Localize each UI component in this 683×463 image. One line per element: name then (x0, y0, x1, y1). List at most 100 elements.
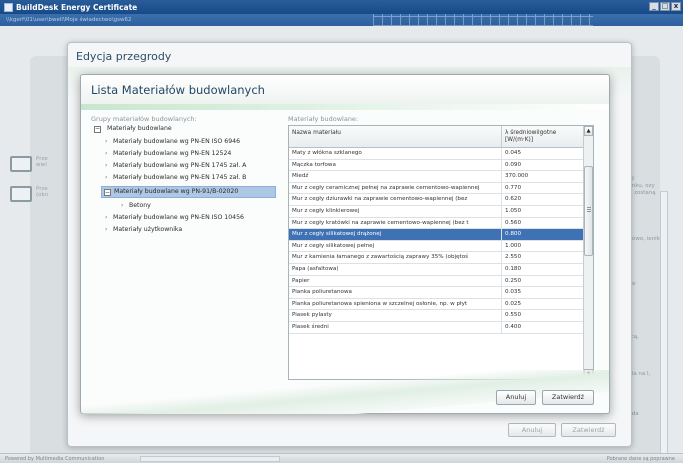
materials-label: Materiały budowlane: (288, 115, 359, 123)
material-name-cell: Pianka poliuretanowa spieniona w szczeln… (289, 298, 502, 311)
lambda-value-cell: 0.090 (505, 161, 522, 168)
material-name-cell: Pianka poliuretanowa (289, 287, 502, 299)
wall-icon[interactable] (10, 156, 32, 172)
lambda-value-cell: 2.550 (505, 254, 522, 261)
table-row[interactable]: Pianka poliuretanowa 0.035 (289, 287, 585, 299)
materials-table: Nazwa materiału λ średniowilgotne [W/(m·… (288, 125, 594, 380)
lambda-value-cell: 370.000 (505, 173, 529, 180)
material-name-cell: Mur z cegły kratówki na zaprawie cemento… (289, 217, 502, 230)
expand-arrow-icon[interactable]: › (105, 226, 107, 234)
table-body: Maty z włókna szklanego 0.045 Mączka torfo… (289, 148, 585, 334)
tree-item-label: Materiały budowlane wg PN-EN 1745 zał. B (113, 174, 247, 181)
tree-item-label: Materiały budowlane wg PN-EN 12524 (113, 150, 232, 157)
tree-child-item[interactable]: › Betony (91, 202, 276, 210)
material-name-cell: Miedź (289, 171, 502, 183)
tree-item-selected[interactable]: − Materiały budowlane wg PN-91/B-02020 (101, 186, 276, 198)
expand-arrow-icon[interactable]: › (105, 174, 107, 182)
lambda-value-cell: 0.770 (505, 184, 522, 191)
collapse-icon[interactable]: − (94, 126, 101, 133)
table-row[interactable]: Maty z włókna szklanego 0.045 (289, 148, 585, 160)
table-row[interactable]: Mur z cegły silikatowej pełnej 1.000 (289, 240, 585, 253)
status-progress (140, 456, 280, 462)
status-left-text: Powered by Multimedia Communication (5, 456, 105, 462)
lambda-value-cell: 0.025 (505, 300, 522, 307)
background-scrollbar[interactable] (660, 191, 668, 463)
table-row[interactable]: Mur z kamienia łamanego z zawartością za… (289, 252, 585, 264)
material-name-cell: Papier (289, 275, 502, 288)
lambda-value-cell: 0.560 (505, 219, 522, 226)
lambda-value-cell: 0.250 (505, 277, 522, 284)
cancel-button[interactable]: Anuluj (496, 390, 536, 405)
column-header-name[interactable]: Nazwa materiału (289, 126, 502, 148)
tree-root[interactable]: − Materiały budowlane (91, 125, 276, 133)
tree-item[interactable]: › Materiały budowlane wg PN-EN 12524 (91, 150, 276, 158)
table-row-selected[interactable]: Mur z cegły silikatowej drążonej 0.800 (289, 229, 585, 241)
cancel-button[interactable]: Anuluj (508, 423, 556, 437)
status-right-text: Pobrane dane są poprawne (606, 456, 675, 462)
title-bar: BuildDesk Energy Certificate _ □ x (0, 0, 683, 14)
lambda-value-cell: 1.050 (505, 207, 522, 214)
table-row[interactable]: Mączka torfowa 0.090 (289, 159, 585, 172)
table-row[interactable]: Mur z cegły kratówki na zaprawie cemento… (289, 217, 585, 230)
material-name-cell: Mur z cegły klinkierowej (289, 205, 502, 218)
tree-item[interactable]: › Materiały budowlane wg PN-EN 1745 zał.… (91, 174, 276, 182)
material-name-cell: Piasek pylasty (289, 310, 502, 322)
background-side-text: Prze (okn (36, 186, 49, 198)
close-button[interactable]: x (671, 2, 681, 11)
table-row[interactable]: Mur z cegły klinkierowej 1.050 (289, 205, 585, 218)
header-accent (81, 104, 609, 110)
material-name-cell: Papa (asfaltowa) (289, 263, 502, 276)
maximize-button[interactable]: □ (660, 2, 670, 11)
background-side-text: Prze wiel (36, 156, 48, 168)
material-name-cell: Mur z cegły silikatowej drążonej (289, 229, 502, 241)
tree-item-label: Materiały użytkownika (113, 226, 183, 233)
confirm-button[interactable]: Zatwierdź (542, 390, 594, 405)
lambda-value-cell: 0.620 (505, 196, 522, 203)
tree-item-label: Materiały budowlane wg PN-91/B-02020 (114, 188, 239, 195)
table-row[interactable]: Papa (asfaltowa) 0.180 (289, 263, 585, 276)
table-scrollbar[interactable]: ▲ ▼ (583, 126, 593, 379)
table-row[interactable]: Miedź 370.000 (289, 171, 585, 183)
tree-item-label: Materiały budowlane wg PN-EN ISO 10456 (113, 214, 244, 221)
confirm-button[interactable]: Zatwierdź (561, 423, 616, 437)
tree-root-label: Materiały budowlane (107, 125, 172, 132)
tree-item[interactable]: › Materiały budowlane wg PN-EN ISO 6946 (91, 138, 276, 146)
window-icon[interactable] (10, 186, 32, 202)
minimize-button[interactable]: _ (649, 2, 659, 11)
dialog-title: Edycja przegrody (76, 50, 172, 63)
dialog-title: Lista Materiałów budowlanych (91, 83, 265, 97)
expand-arrow-icon[interactable]: › (105, 150, 107, 158)
table-row[interactable]: Piasek średni 0.400 (289, 321, 585, 334)
expand-arrow-icon[interactable]: › (105, 162, 107, 170)
scroll-thumb[interactable] (584, 166, 593, 256)
material-name-cell: Piasek średni (289, 321, 502, 334)
materials-list-dialog: Lista Materiałów budowlanych Grupy mater… (80, 74, 610, 414)
collapse-icon[interactable]: − (104, 189, 111, 196)
table-row[interactable]: Papier 0.250 (289, 275, 585, 288)
lambda-value-cell: 0.550 (505, 312, 522, 319)
material-name-cell: Maty z włókna szklanego (289, 148, 502, 160)
column-header-lambda[interactable]: λ średniowilgotne [W/(m·K)] (502, 126, 585, 148)
tree-item[interactable]: › Materiały budowlane wg PN-EN 1745 zał.… (91, 162, 276, 170)
window-controls: _ □ x (649, 2, 681, 11)
material-name-cell: Mur z cegły silikatowej pełnej (289, 240, 502, 253)
expand-arrow-icon[interactable]: › (105, 214, 107, 222)
table-row[interactable]: Mur z cegły ceramicznej pełnej na zapraw… (289, 182, 585, 195)
lambda-value-cell: 0.045 (505, 150, 522, 156)
scroll-up-icon[interactable]: ▲ (584, 126, 593, 136)
expand-arrow-icon[interactable]: › (121, 202, 123, 210)
tree-item[interactable]: › Materiały budowlane wg PN-EN ISO 10456 (91, 214, 276, 222)
table-row[interactable]: Piasek pylasty 0.550 (289, 310, 585, 322)
expand-arrow-icon[interactable]: › (105, 138, 107, 146)
status-bar: Powered by Multimedia Communication Pobr… (0, 453, 683, 463)
grip-icon (587, 207, 591, 212)
table-row[interactable]: Pianka poliuretanowa spieniona w szczeln… (289, 298, 585, 311)
tree-item-label: Materiały budowlane wg PN-EN 1745 zał. A (113, 162, 247, 169)
lambda-value-cell: 0.800 (505, 231, 522, 238)
tree-item[interactable]: › Materiały użytkownika (91, 226, 276, 234)
lambda-value-cell: 1.000 (505, 242, 522, 249)
tree-item-label: Materiały budowlane wg PN-EN ISO 6946 (113, 138, 241, 145)
table-header: Nazwa materiału λ średniowilgotne [W/(m·… (289, 126, 585, 148)
window-title: BuildDesk Energy Certificate (16, 2, 138, 12)
table-row[interactable]: Mur z cegły dziurawki na zaprawie cement… (289, 194, 585, 206)
